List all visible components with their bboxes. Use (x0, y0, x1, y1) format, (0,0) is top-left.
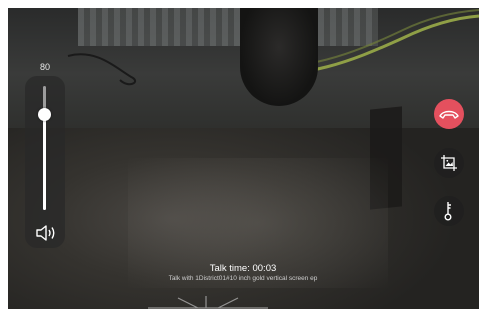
camera-floor-object (148, 296, 268, 309)
unlock-button[interactable] (434, 196, 464, 226)
key-icon (444, 202, 452, 221)
talk-time-value: 00:03 (252, 263, 277, 274)
talk-time-label: Talk time: (209, 263, 250, 274)
hangup-button[interactable] (434, 99, 464, 129)
phone-hangup-icon (439, 110, 459, 119)
talk-with-text: Talk with 1District01#10 inch gold verti… (168, 275, 318, 282)
volume-slider-fill (43, 114, 46, 210)
snapshot-button[interactable] (434, 148, 464, 178)
speaker-icon[interactable] (35, 224, 57, 242)
camera-lamp (240, 8, 318, 106)
volume-value: 80 (39, 62, 50, 72)
image-crop-icon (441, 155, 457, 171)
talk-time: Talk time: 00:03 (0, 263, 486, 274)
